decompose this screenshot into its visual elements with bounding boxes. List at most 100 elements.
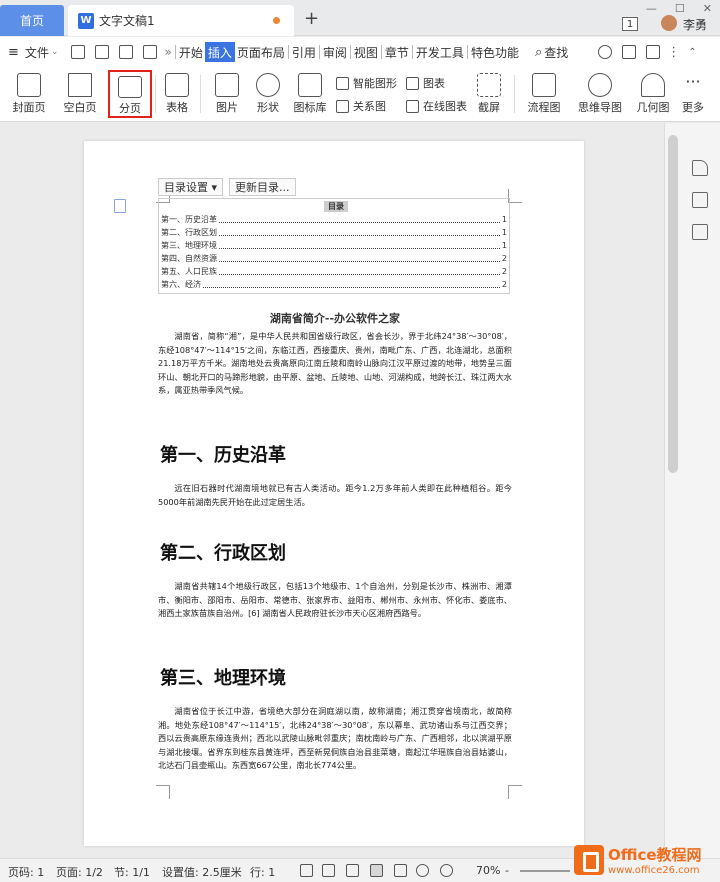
- document-tab[interactable]: W 文字文稿1: [68, 5, 294, 36]
- export-pdf-icon[interactable]: [95, 45, 110, 59]
- window-controls: — ☐ ✕: [646, 2, 712, 15]
- new-tab-button[interactable]: +: [304, 8, 319, 29]
- tab-review[interactable]: 审阅: [321, 42, 349, 62]
- blank-page-label: 空白页: [63, 101, 97, 114]
- save-icon[interactable]: [71, 45, 86, 59]
- screenshot-button[interactable]: 截屏: [474, 69, 504, 119]
- blank-page-button[interactable]: 空白页: [62, 69, 98, 119]
- tab-developer[interactable]: 开发工具: [414, 42, 466, 62]
- flowchart-button[interactable]: 流程图: [524, 69, 564, 119]
- web-layout-icon[interactable]: [322, 864, 335, 877]
- cover-page-button[interactable]: 封面页: [10, 69, 48, 119]
- file-menu[interactable]: 文件: [23, 42, 51, 62]
- print-icon[interactable]: [119, 45, 134, 59]
- chevron-down-icon[interactable]: ⌄: [51, 47, 59, 57]
- chart-button[interactable]: 图表: [406, 75, 445, 91]
- shape-label: 形状: [257, 101, 279, 114]
- maximize-icon[interactable]: ☐: [675, 2, 685, 15]
- toc-entry[interactable]: 第六、经济 2: [161, 278, 507, 290]
- paragraph-2: 湖南省共辖14个地级行政区，包括13个地级市、1个自治州，分别是长沙市、株洲市、…: [158, 581, 512, 619]
- geometry-button[interactable]: 几何图: [636, 69, 670, 119]
- row-info[interactable]: 行: 1: [250, 864, 275, 880]
- search-button[interactable]: 查找: [542, 42, 570, 62]
- doc-outline-icon[interactable]: [114, 199, 126, 213]
- share-icon[interactable]: [646, 45, 661, 59]
- tab-page-layout[interactable]: 页面布局: [235, 42, 287, 62]
- heading-3: 第三、地理环境: [160, 668, 286, 689]
- more-label: 更多: [682, 101, 704, 114]
- tab-home[interactable]: 开始: [177, 42, 205, 62]
- online-chart-label: 在线图表: [423, 100, 467, 113]
- more-dots-icon: ···: [685, 72, 701, 91]
- window-count-badge[interactable]: 1: [622, 17, 638, 31]
- toc-update-button[interactable]: 更新目录...: [229, 178, 296, 196]
- icon-library-label: 图标库: [293, 101, 327, 114]
- zoom-level[interactable]: 70%: [476, 864, 500, 877]
- tab-view[interactable]: 视图: [352, 42, 380, 62]
- chart-icon: [406, 76, 419, 90]
- zoom-slider[interactable]: [520, 870, 570, 872]
- vertical-scrollbar[interactable]: [668, 135, 678, 473]
- minimize-icon[interactable]: —: [646, 2, 657, 15]
- unsaved-dot-icon: [273, 17, 280, 24]
- username[interactable]: 李勇: [683, 16, 707, 33]
- zoom-out-button[interactable]: -: [505, 864, 509, 877]
- collapse-ribbon-icon[interactable]: ⌃: [688, 47, 696, 58]
- table-label: 表格: [166, 101, 188, 114]
- more-options-icon[interactable]: ⋮: [667, 45, 680, 60]
- smartart-button[interactable]: 智能图形: [336, 75, 397, 91]
- toc-toolbar: 目录设置 ▾ 更新目录...: [158, 178, 296, 196]
- outline-view-icon[interactable]: [394, 864, 407, 877]
- page-break-button[interactable]: 分页: [108, 70, 152, 118]
- cloud-sync-icon[interactable]: [598, 45, 613, 59]
- adjust-sliders-icon[interactable]: [692, 224, 708, 240]
- relation-chart-button[interactable]: 关系图: [336, 98, 386, 114]
- online-chart-button[interactable]: 在线图表: [406, 98, 467, 114]
- section-info[interactable]: 节: 1/1: [114, 864, 150, 880]
- avatar[interactable]: [661, 15, 677, 31]
- flowchart-label: 流程图: [527, 101, 561, 114]
- page-count[interactable]: 页面: 1/2: [56, 864, 103, 880]
- smartart-icon: [336, 76, 349, 90]
- more-quick-access-button[interactable]: »: [162, 42, 173, 62]
- tab-section[interactable]: 章节: [383, 42, 411, 62]
- table-button[interactable]: 表格: [162, 69, 192, 119]
- print-preview-icon[interactable]: [143, 45, 158, 59]
- shape-button[interactable]: 形状: [252, 69, 284, 119]
- screenshot-label: 截屏: [478, 101, 500, 114]
- tab-references[interactable]: 引用: [290, 42, 318, 62]
- tab-features[interactable]: 特色功能: [469, 42, 521, 62]
- toc-entry[interactable]: 第一、历史沿革 1: [161, 213, 507, 225]
- page-number[interactable]: 页码: 1: [8, 864, 44, 880]
- more-button[interactable]: ··· 更多: [678, 69, 708, 119]
- table-of-contents[interactable]: 目录 第一、历史沿革 1 第二、行政区划 1 第三、地理环境 1 第四、自然资源 2 第…: [158, 198, 510, 294]
- setting-value[interactable]: 设置值: 2.5厘米: [162, 864, 242, 880]
- collaborate-icon[interactable]: [622, 45, 637, 59]
- screenshot-icon: [477, 73, 501, 97]
- paragraph-1: 远在旧石器时代湖南境地就已有古人类活动。距今1.2万多年前人类即在此种植稻谷。距…: [158, 483, 512, 507]
- page-view-icon[interactable]: [370, 864, 383, 877]
- web-view-icon[interactable]: [416, 864, 429, 877]
- toc-settings-button[interactable]: 目录设置 ▾: [158, 178, 224, 196]
- toc-entry[interactable]: 第四、自然资源 2: [161, 252, 507, 264]
- home-tab[interactable]: 首页: [0, 5, 64, 36]
- geometry-label: 几何图: [636, 101, 670, 114]
- search-icon[interactable]: ⌕: [535, 45, 542, 60]
- toc-entry[interactable]: 第五、人口民族 2: [161, 265, 507, 277]
- toc-entry[interactable]: 第三、地理环境 1: [161, 239, 507, 251]
- select-cursor-icon[interactable]: [692, 192, 708, 208]
- icon-library-button[interactable]: 图标库: [292, 69, 328, 119]
- eye-protect-icon[interactable]: [440, 864, 453, 877]
- edit-pen-icon[interactable]: [692, 160, 708, 176]
- fullscreen-icon[interactable]: [300, 864, 313, 877]
- mindmap-button[interactable]: 思维导图: [574, 69, 626, 119]
- separator: [155, 75, 156, 113]
- icon-library-icon: [298, 73, 322, 97]
- close-icon[interactable]: ✕: [703, 2, 712, 15]
- hamburger-icon[interactable]: ≡: [8, 45, 19, 60]
- toc-entry[interactable]: 第二、行政区划 1: [161, 226, 507, 238]
- write-mode-icon[interactable]: [346, 864, 359, 877]
- chart-label: 图表: [423, 77, 445, 90]
- tab-insert[interactable]: 插入: [204, 42, 235, 62]
- picture-button[interactable]: 图片: [212, 69, 242, 119]
